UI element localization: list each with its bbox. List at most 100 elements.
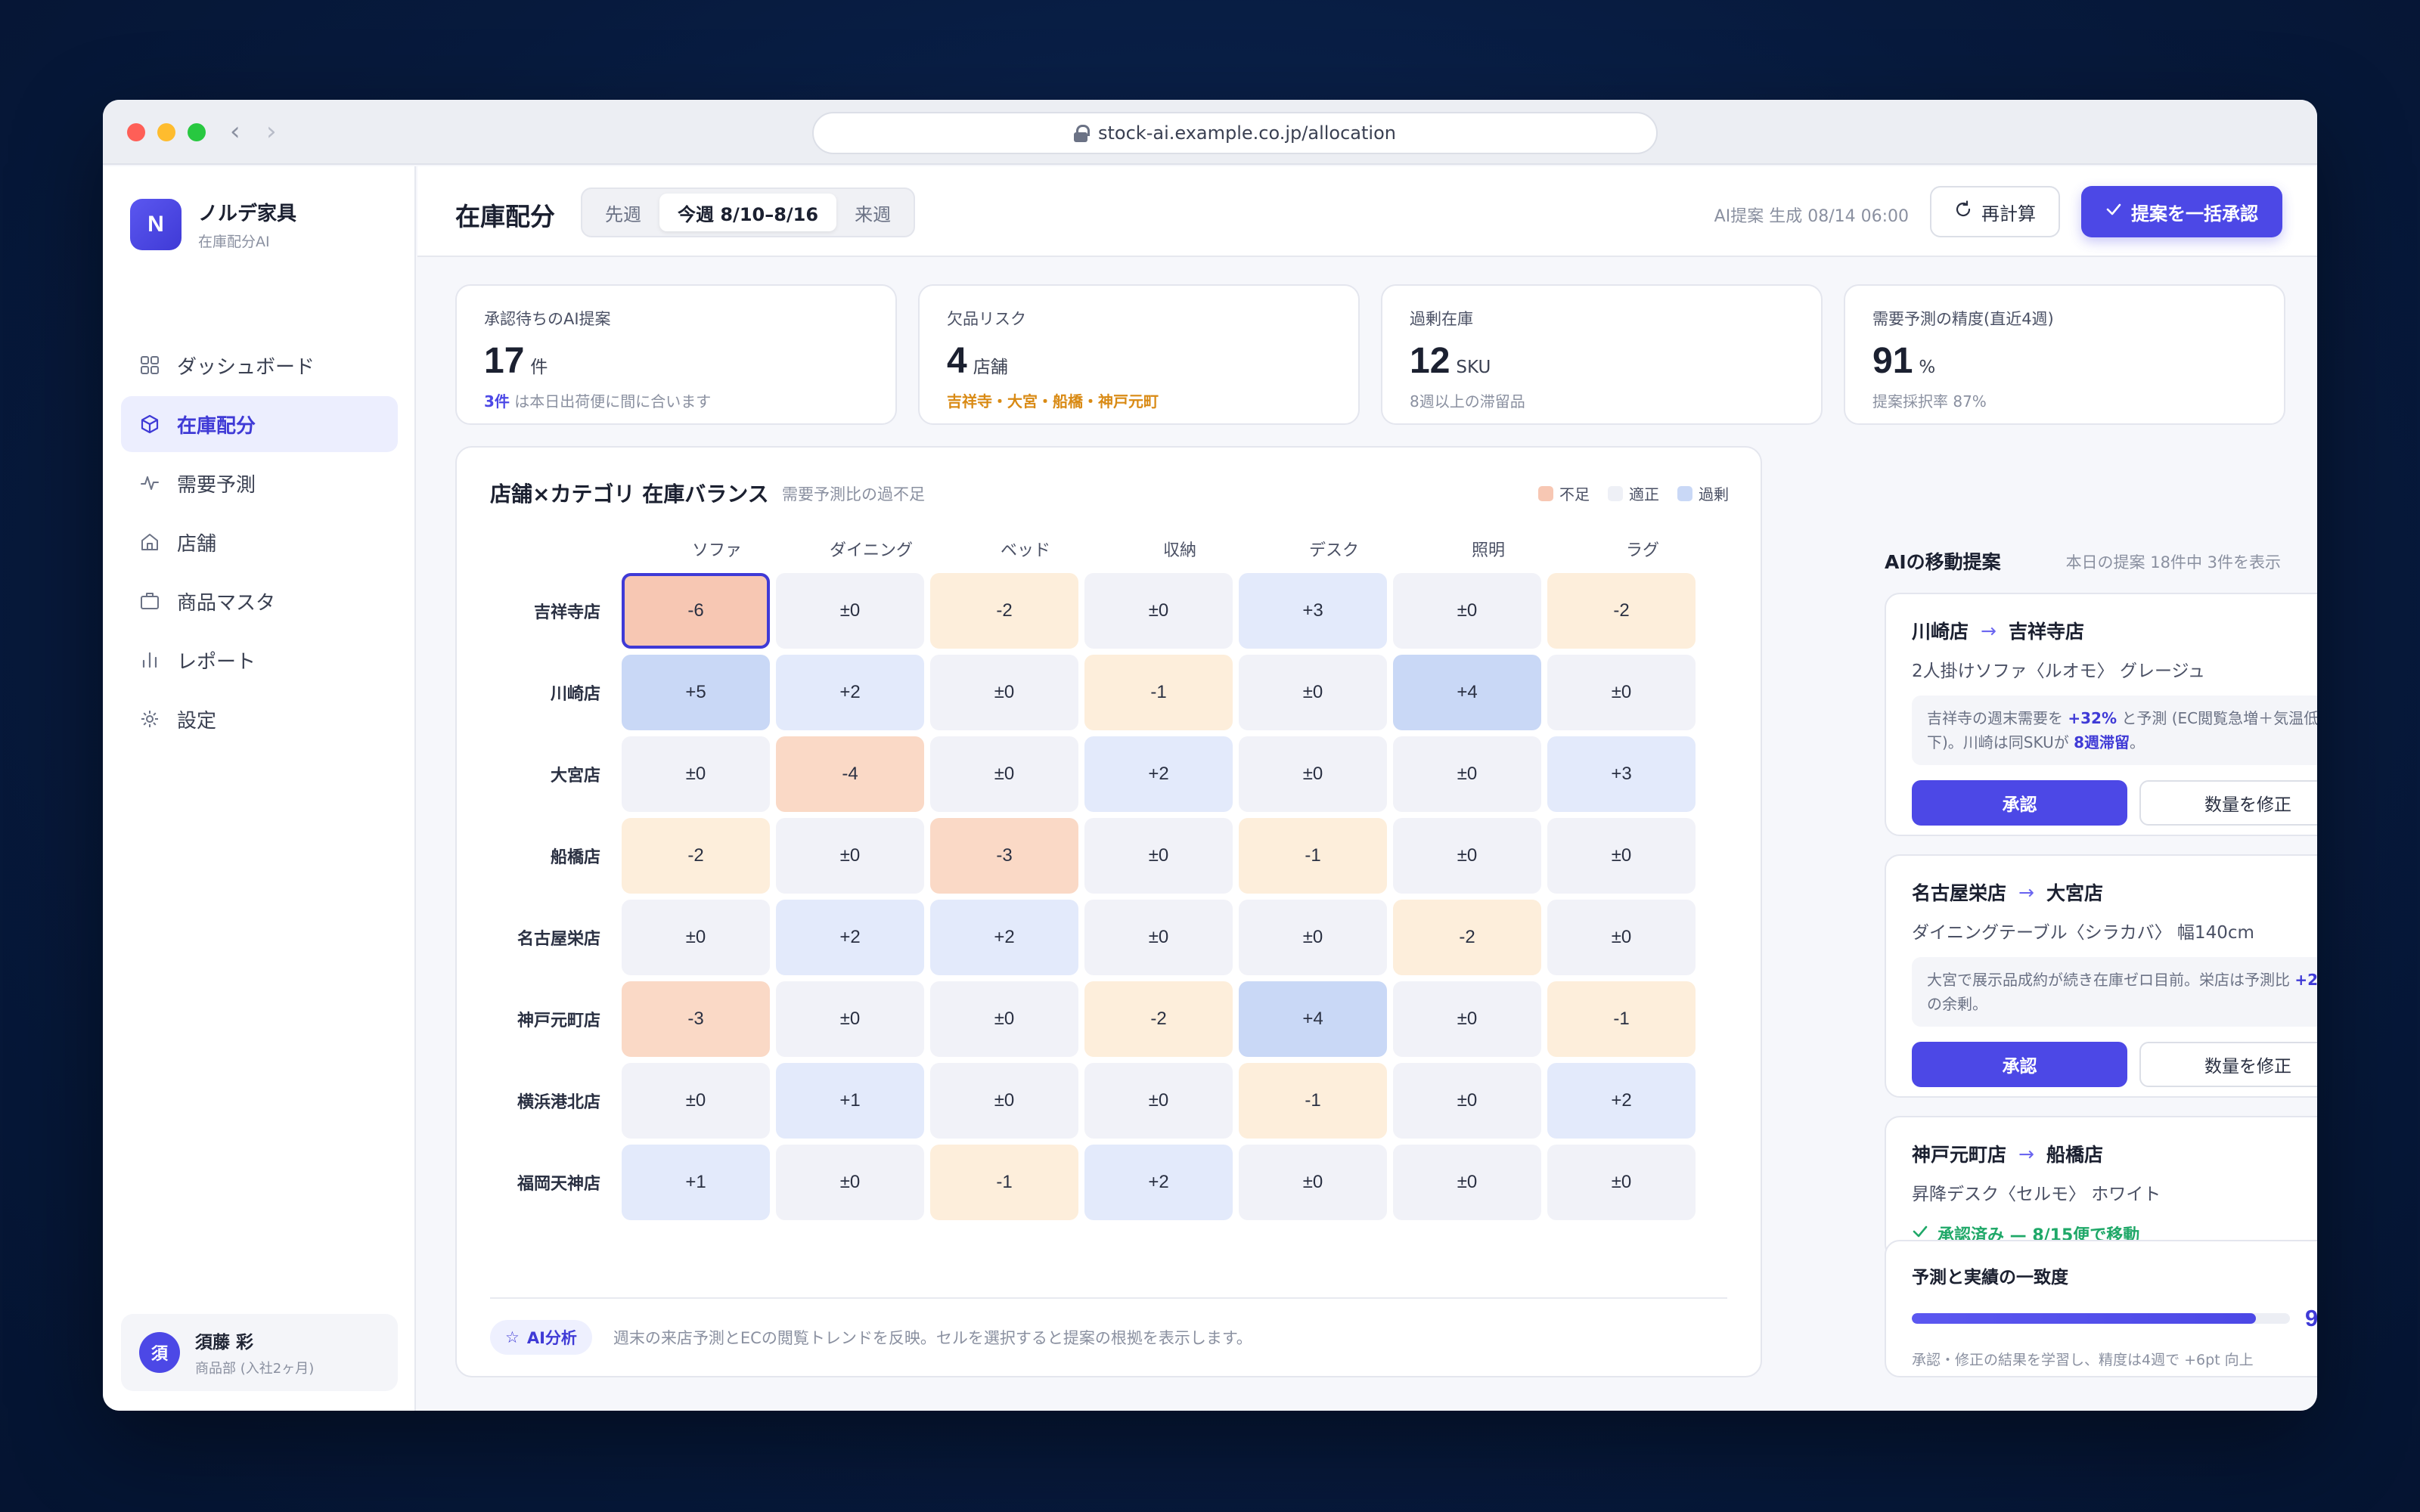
- matrix-cell[interactable]: ±0: [776, 981, 924, 1057]
- brand[interactable]: N ノルデ家具 在庫配分AI: [130, 198, 296, 251]
- user-card[interactable]: 須 須藤 彩 商品部 (入社2ヶ月): [121, 1314, 398, 1391]
- matrix-cell[interactable]: -1: [1239, 1063, 1387, 1139]
- matrix-cell[interactable]: +2: [776, 655, 924, 730]
- matrix-cell[interactable]: +5: [622, 655, 770, 730]
- week-tab-current[interactable]: 今週 8/10–8/16: [659, 194, 837, 231]
- matrix-cell[interactable]: -2: [1547, 573, 1696, 649]
- matrix-cell[interactable]: -3: [930, 818, 1078, 894]
- matrix-cell[interactable]: +1: [776, 1063, 924, 1139]
- matrix-cell[interactable]: ±0: [1239, 655, 1387, 730]
- matrix-cell[interactable]: ±0: [1393, 1063, 1541, 1139]
- approve-button[interactable]: 承認: [1912, 1042, 2127, 1087]
- sidebar-item-settings[interactable]: 設定: [121, 691, 398, 747]
- proposal-card[interactable]: 川崎店 → 吉祥寺店 4台 2人掛けソファ〈ルオモ〉 グレージュ 吉祥寺の週末需…: [1885, 593, 2317, 836]
- sidebar-item-forecast[interactable]: 需要予測: [121, 455, 398, 511]
- week-tab-previous[interactable]: 先週: [587, 194, 659, 231]
- url-bar[interactable]: stock-ai.example.co.jp/allocation: [812, 112, 1658, 154]
- matrix-row: 名古屋栄店 ±0 +2 +2 ±0 ±0 -2 ±0: [487, 897, 1696, 978]
- arrow-right-icon: →: [2018, 1142, 2034, 1165]
- matrix-cell[interactable]: ±0: [1239, 736, 1387, 812]
- matrix-cell[interactable]: +4: [1239, 981, 1387, 1057]
- proposals-meta: 本日の提案 18件中 3件を表示: [2065, 553, 2281, 572]
- matrix-cell[interactable]: ±0: [1393, 981, 1541, 1057]
- matrix-cell[interactable]: ±0: [1547, 655, 1696, 730]
- matrix-cell[interactable]: -6: [622, 573, 770, 649]
- ai-analysis-chip[interactable]: ☆ AI分析: [490, 1320, 592, 1355]
- matrix-cell[interactable]: +2: [1084, 736, 1233, 812]
- matrix-cell[interactable]: -1: [930, 1145, 1078, 1220]
- accuracy-value: 91%: [2305, 1305, 2317, 1331]
- matrix-cell[interactable]: ±0: [1239, 900, 1387, 975]
- matrix-cell[interactable]: ±0: [1393, 1145, 1541, 1220]
- matrix-cell[interactable]: -4: [776, 736, 924, 812]
- matrix-cell[interactable]: +2: [1547, 1063, 1696, 1139]
- sidebar-item-dashboard[interactable]: ダッシュボード: [121, 337, 398, 393]
- matrix-cell[interactable]: ±0: [776, 573, 924, 649]
- matrix-cell[interactable]: -1: [1547, 981, 1696, 1057]
- proposal-card[interactable]: 名古屋栄店 → 大宮店 2卓 ダイニングテーブル〈シラカバ〉 幅140cm 大宮…: [1885, 854, 2317, 1098]
- edit-quantity-button[interactable]: 数量を修正: [2139, 780, 2317, 826]
- matrix-cell[interactable]: +4: [1393, 655, 1541, 730]
- matrix-cell[interactable]: ±0: [1084, 573, 1233, 649]
- matrix-cell[interactable]: +2: [930, 900, 1078, 975]
- sidebar-item-stores[interactable]: 店舗: [121, 514, 398, 570]
- matrix-cell[interactable]: +3: [1239, 573, 1387, 649]
- matrix-cell[interactable]: ±0: [1084, 1063, 1233, 1139]
- matrix-cell[interactable]: ±0: [622, 900, 770, 975]
- matrix-cell[interactable]: ±0: [930, 655, 1078, 730]
- matrix-cell[interactable]: ±0: [776, 1145, 924, 1220]
- matrix-cell[interactable]: +1: [622, 1145, 770, 1220]
- matrix-cell[interactable]: ±0: [1084, 900, 1233, 975]
- legend: 不足 適正 過剰: [1538, 482, 1729, 504]
- matrix-cell[interactable]: -2: [1393, 900, 1541, 975]
- proposal-route: 神戸元町店 → 船橋店: [1912, 1140, 2317, 1167]
- matrix-cell[interactable]: ±0: [1393, 573, 1541, 649]
- matrix-cell[interactable]: -2: [622, 818, 770, 894]
- sidebar-item-reports[interactable]: レポート: [121, 632, 398, 688]
- close-window-button[interactable]: [127, 123, 145, 141]
- minimize-window-button[interactable]: [157, 123, 175, 141]
- matrix-cell[interactable]: +3: [1547, 736, 1696, 812]
- matrix-cell[interactable]: ±0: [1393, 818, 1541, 894]
- approve-all-button[interactable]: 提案を一括承認: [2081, 186, 2282, 237]
- matrix-cell[interactable]: ±0: [930, 981, 1078, 1057]
- sidebar-item-products[interactable]: 商品マスタ: [121, 573, 398, 629]
- kpi-value: 4: [947, 341, 967, 381]
- generated-timestamp: AI提案 生成 08/14 06:00: [1714, 207, 1909, 226]
- matrix-cell[interactable]: ±0: [1547, 900, 1696, 975]
- kpi-stockout-risk[interactable]: 欠品リスク 4 店舗 吉祥寺・大宮・船橋・神戸元町: [918, 284, 1360, 425]
- matrix-cell[interactable]: ±0: [930, 1063, 1078, 1139]
- kpi-pending-proposals[interactable]: 承認待ちのAI提案 17 件 3件 は本日出荷便に間に合います: [455, 284, 897, 425]
- proposal-card[interactable]: 神戸元町店 → 船橋店 2台 昇降デスク〈セルモ〉 ホワイト 承認済み — 8/…: [1885, 1116, 2317, 1259]
- matrix-cell[interactable]: -1: [1239, 818, 1387, 894]
- kpi-excess-stock[interactable]: 過剰在庫 12 SKU 8週以上の滞留品: [1381, 284, 1823, 425]
- matrix-cell[interactable]: ±0: [622, 1063, 770, 1139]
- week-tab-next[interactable]: 来週: [836, 194, 909, 231]
- matrix-cell[interactable]: +2: [776, 900, 924, 975]
- recalculate-button[interactable]: 再計算: [1930, 186, 2060, 237]
- matrix-cell[interactable]: ±0: [1239, 1145, 1387, 1220]
- sidebar-item-allocation[interactable]: 在庫配分: [121, 396, 398, 452]
- matrix-cell[interactable]: ±0: [1084, 818, 1233, 894]
- maximize-window-button[interactable]: [188, 123, 206, 141]
- matrix-cell[interactable]: +2: [1084, 1145, 1233, 1220]
- matrix-cell[interactable]: ±0: [1547, 818, 1696, 894]
- matrix-cell[interactable]: ±0: [930, 736, 1078, 812]
- edit-quantity-button[interactable]: 数量を修正: [2139, 1042, 2317, 1087]
- kpi-forecast-accuracy[interactable]: 需要予測の精度(直近4週) 91 % 提案採択率 87%: [1844, 284, 2285, 425]
- matrix-cell[interactable]: ±0: [776, 818, 924, 894]
- matrix-cell[interactable]: -1: [1084, 655, 1233, 730]
- row-label: 船橋店: [550, 848, 600, 867]
- matrix-cell[interactable]: -3: [622, 981, 770, 1057]
- matrix-row: 船橋店 -2 ±0 -3 ±0 -1 ±0 ±0: [487, 815, 1696, 897]
- matrix-cell[interactable]: ±0: [622, 736, 770, 812]
- arrow-right-icon: →: [2018, 881, 2034, 903]
- matrix-cell[interactable]: ±0: [1547, 1145, 1696, 1220]
- matrix-cell[interactable]: ±0: [1393, 736, 1541, 812]
- row-label: 名古屋栄店: [517, 930, 600, 949]
- approve-button[interactable]: 承認: [1912, 780, 2127, 826]
- forward-arrow-icon[interactable]: ›: [266, 116, 277, 147]
- matrix-cell[interactable]: -2: [1084, 981, 1233, 1057]
- back-arrow-icon[interactable]: ‹: [230, 116, 240, 147]
- matrix-cell[interactable]: -2: [930, 573, 1078, 649]
